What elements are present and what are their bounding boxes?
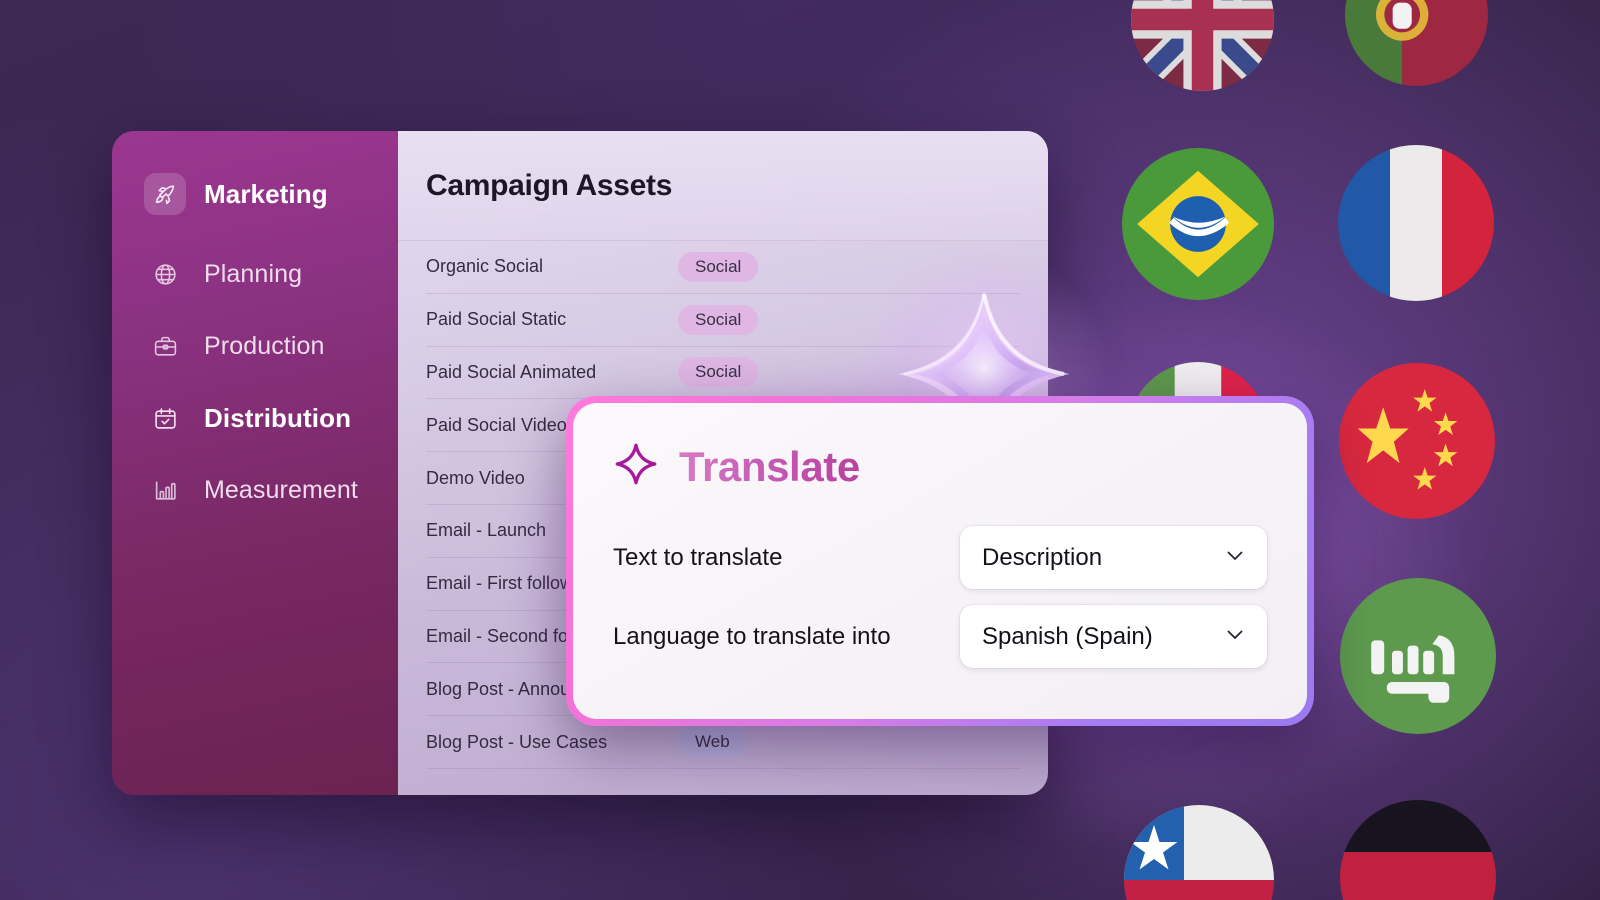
sidebar-item-distribution[interactable]: Distribution <box>112 393 398 443</box>
briefcase-icon <box>144 334 186 359</box>
asset-name: Organic Social <box>426 256 544 277</box>
field-text-to-translate: Text to translate Description <box>613 526 1267 589</box>
globe-icon <box>144 262 186 287</box>
sidebar: Marketing Planning Production Distributi… <box>112 131 398 795</box>
status-badge: Social <box>678 251 759 282</box>
field-language-to-translate-into: Language to translate into Spanish (Spai… <box>613 605 1267 668</box>
asset-name: Paid Social Static <box>426 309 567 330</box>
dialog-title: Translate <box>679 442 860 490</box>
flag-france <box>1338 145 1494 301</box>
page-title: Campaign Assets <box>426 168 673 202</box>
translate-dialog: Translate Text to translate Description … <box>520 350 1360 772</box>
dialog-header: Translate <box>613 441 1267 492</box>
dialog-border: Translate Text to translate Description … <box>566 396 1314 726</box>
field-label: Text to translate <box>613 543 783 571</box>
dropdown-value: Description <box>982 543 1103 571</box>
rocket-icon <box>144 173 186 215</box>
calendar-check-icon <box>144 406 186 431</box>
status-badge: Social <box>678 304 759 335</box>
language-dropdown[interactable]: Spanish (Spain) <box>960 605 1267 668</box>
table-row[interactable]: Organic Social Social <box>426 241 1020 294</box>
panel-header: Campaign Assets <box>398 131 1048 241</box>
chevron-down-icon <box>1223 622 1247 651</box>
sidebar-item-label: Planning <box>204 259 303 288</box>
bar-chart-icon <box>144 478 186 503</box>
sidebar-item-label: Production <box>204 331 325 360</box>
sidebar-item-planning[interactable]: Planning <box>112 249 398 299</box>
text-to-translate-dropdown[interactable]: Description <box>960 526 1267 589</box>
flag-china <box>1339 363 1495 519</box>
dropdown-value: Spanish (Spain) <box>982 622 1153 650</box>
sidebar-item-label: Marketing <box>204 178 328 209</box>
sidebar-item-label: Measurement <box>204 475 358 504</box>
sparkle-icon <box>613 441 659 492</box>
sidebar-item-measurement[interactable]: Measurement <box>112 465 398 515</box>
table-row[interactable]: Paid Social Static Social <box>426 294 1020 347</box>
sidebar-item-label: Distribution <box>204 402 352 433</box>
dialog-body: Translate Text to translate Description … <box>573 403 1307 719</box>
chevron-down-icon <box>1223 543 1247 572</box>
sidebar-item-production[interactable]: Production <box>112 321 398 371</box>
flag-brazil <box>1122 148 1274 300</box>
flag-saudi-arabia <box>1340 578 1496 734</box>
field-label: Language to translate into <box>613 622 891 650</box>
sidebar-item-marketing[interactable]: Marketing <box>112 169 398 219</box>
